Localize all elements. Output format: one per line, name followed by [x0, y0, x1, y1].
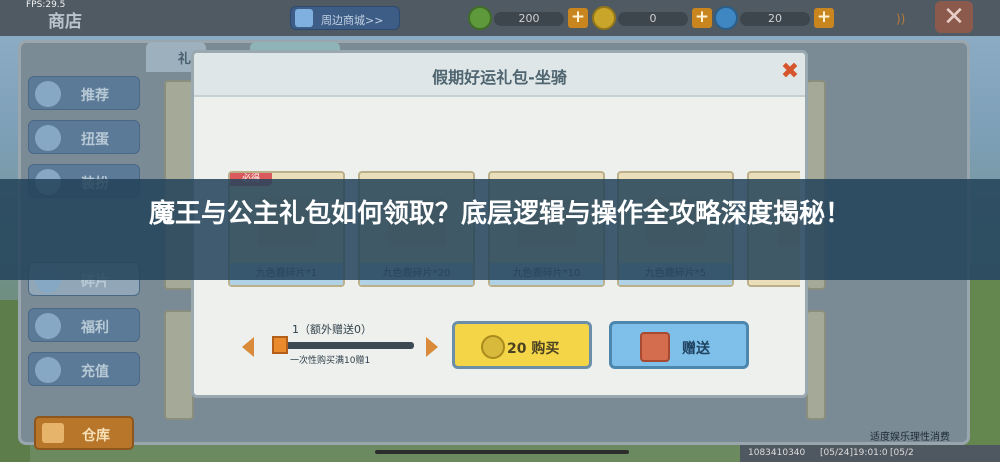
warehouse-icon	[42, 423, 64, 443]
sidebar-item-welfare[interactable]: 福利	[28, 308, 140, 342]
currency-value: 0	[618, 12, 688, 26]
sidebar-item-label: 充值	[81, 364, 109, 380]
page-title: 商店	[48, 12, 82, 32]
gift-box-icon	[640, 332, 670, 362]
buy-button-label: 20 购买	[507, 341, 560, 357]
recommend-icon	[35, 81, 61, 107]
green-gem-icon	[468, 6, 492, 30]
shop-tab-label: 礼	[178, 52, 192, 67]
dialog-header: 假期好运礼包-坐骑 ✖	[194, 53, 805, 97]
mall-icon	[295, 9, 313, 27]
close-icon[interactable]: ✖	[778, 60, 802, 84]
blue-gem-icon	[714, 6, 738, 30]
dialog-title: 假期好运礼包-坐骑	[432, 68, 567, 87]
server-time: [05/2	[890, 448, 914, 458]
currency-value: 20	[740, 12, 810, 26]
product-card[interactable]	[806, 310, 826, 420]
article-banner: 魔王与公主礼包如何领取？底层逻辑与操作全攻略深度揭秘！	[0, 179, 1000, 280]
add-currency-button[interactable]: +	[692, 8, 712, 28]
gift-button-label: 赠送	[682, 341, 710, 357]
gold-coin-icon	[481, 335, 505, 359]
gift-button[interactable]: 赠送	[609, 321, 749, 369]
user-id: 1083410340	[748, 448, 806, 458]
recharge-icon	[35, 357, 61, 383]
buy-button[interactable]: 20 购买	[452, 321, 592, 369]
quantity-value: 1（额外赠送0）	[292, 323, 372, 336]
sidebar-item-recommend[interactable]: 推荐	[28, 76, 140, 110]
gacha-icon	[35, 125, 61, 151]
product-card[interactable]	[164, 310, 194, 420]
home-indicator[interactable]	[375, 450, 629, 454]
timestamp: [05/24]19:01:0	[820, 448, 888, 458]
nearby-mall-button[interactable]: 周边商城>>	[290, 6, 400, 30]
warehouse-button[interactable]: 仓库	[34, 416, 134, 450]
sidebar-item-label: 福利	[81, 320, 109, 336]
welfare-icon	[35, 313, 61, 339]
gold-coin-icon	[592, 6, 616, 30]
currency-value: 200	[494, 12, 564, 26]
sidebar-item-recharge[interactable]: 充值	[28, 352, 140, 386]
warehouse-label: 仓库	[82, 428, 110, 444]
quantity-slider[interactable]	[276, 342, 414, 349]
quantity-slider-handle[interactable]	[272, 336, 288, 354]
add-currency-button[interactable]: +	[814, 8, 834, 28]
nearby-mall-label: 周边商城>>	[321, 14, 384, 27]
wifi-icon: ))	[896, 12, 906, 26]
bulk-bonus-note: 一次性购买满10赠1	[290, 356, 371, 366]
healthy-gaming-notice: 适度娱乐理性消费	[870, 432, 950, 443]
article-title: 魔王与公主礼包如何领取？底层逻辑与操作全攻略深度揭秘！	[148, 199, 851, 229]
add-currency-button[interactable]: +	[568, 8, 588, 28]
top-bar: FPS:29.5 商店 周边商城>> 200 + 0 + 20 + )) ✕	[0, 0, 1000, 36]
sidebar-item-label: 扭蛋	[81, 132, 109, 148]
increase-quantity-button[interactable]	[426, 337, 438, 357]
decrease-quantity-button[interactable]	[242, 337, 254, 357]
close-shop-button[interactable]: ✕	[935, 1, 973, 33]
info-strip: 1083410340 [05/24]19:01:0 [05/2	[740, 445, 1000, 462]
sidebar-item-gacha[interactable]: 扭蛋	[28, 120, 140, 154]
sidebar-item-label: 推荐	[81, 88, 109, 104]
